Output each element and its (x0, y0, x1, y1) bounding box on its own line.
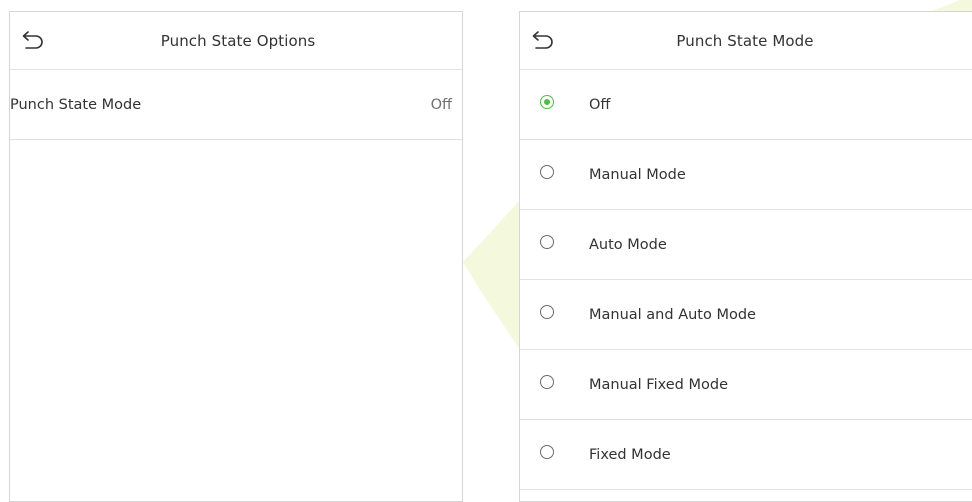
radio-button-icon[interactable] (540, 375, 554, 389)
panel-header: Punch State Mode (520, 12, 972, 70)
screen: Punch State Options Punch State Mode Off… (0, 0, 972, 502)
radio-option-label: Auto Mode (589, 237, 667, 253)
radio-option-manual-fixed-mode[interactable]: Manual Fixed Mode (520, 350, 972, 420)
radio-option-manual-mode[interactable]: Manual Mode (520, 140, 972, 210)
radio-option-label: Fixed Mode (589, 447, 671, 463)
radio-button-icon[interactable] (540, 165, 554, 179)
page-title: Punch State Options (160, 31, 316, 50)
punch-state-mode-row[interactable]: Punch State Mode Off (10, 70, 462, 140)
radio-option-auto-mode[interactable]: Auto Mode (520, 210, 972, 280)
punch-state-mode-label: Punch State Mode (10, 96, 142, 113)
radio-option-label: Manual Mode (589, 167, 686, 183)
punch-state-options-panel: Punch State Options Punch State Mode Off (9, 11, 463, 502)
panel-header: Punch State Options (10, 12, 462, 70)
back-arrow-icon[interactable] (531, 28, 557, 52)
page-title: Punch State Mode (676, 31, 814, 50)
radio-option-label: Manual and Auto Mode (589, 307, 756, 323)
radio-option-manual-and-auto-mode[interactable]: Manual and Auto Mode (520, 280, 972, 350)
back-arrow-icon[interactable] (21, 28, 47, 52)
radio-option-fixed-mode[interactable]: Fixed Mode (520, 420, 972, 490)
radio-option-label: Off (589, 97, 611, 113)
radio-button-icon[interactable] (540, 445, 554, 459)
radio-option-off[interactable]: Off (520, 70, 972, 140)
radio-button-icon[interactable] (540, 305, 554, 319)
radio-button-icon[interactable] (540, 95, 554, 109)
punch-state-mode-value: Off (430, 96, 452, 113)
punch-state-mode-panel: Punch State Mode Off Manual Mode Auto Mo… (519, 11, 972, 502)
radio-option-label: Manual Fixed Mode (589, 377, 728, 393)
radio-button-icon[interactable] (540, 235, 554, 249)
